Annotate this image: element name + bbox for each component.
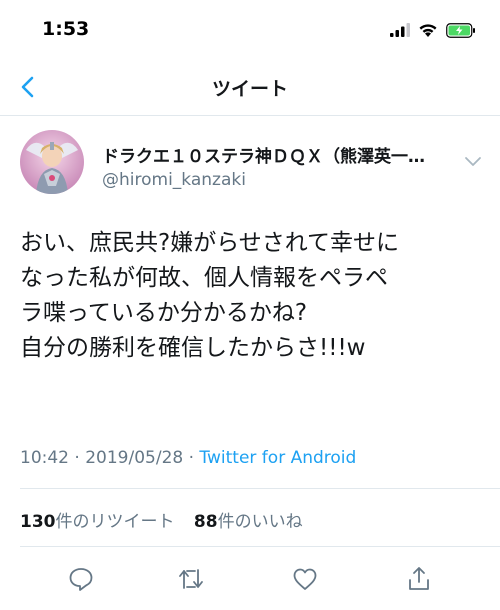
signal-icon	[390, 23, 410, 37]
avatar[interactable]	[20, 130, 84, 194]
like-button[interactable]	[290, 564, 320, 594]
tweet-time: 10:42	[20, 448, 69, 468]
tweet-text-line: なった私が何故、個人情報をペラペ	[20, 265, 388, 291]
status-icons	[390, 20, 476, 40]
divider	[20, 488, 500, 489]
like-count: 88	[193, 512, 218, 532]
battery-icon	[446, 22, 475, 38]
tweet-text: おい、庶民共?嫌がらせされて幸せに なった私が何故、個人情報をペラペ ラ喋ってい…	[20, 226, 490, 366]
status-bar: 1:53	[0, 0, 500, 58]
wifi-icon	[419, 23, 437, 37]
status-time: 1:53	[42, 18, 90, 40]
more-options-button[interactable]	[464, 152, 482, 166]
tweet-text-line: 自分の勝利を確信したからさ!!!w	[20, 335, 366, 361]
heart-icon	[293, 568, 317, 590]
page-title: ツイート	[211, 78, 288, 100]
retweet-count: 130	[20, 512, 56, 532]
tweet-text-line: ラ喋っているか分かるかね?	[20, 300, 308, 326]
meta-separator: ·	[188, 448, 195, 468]
reply-icon	[69, 568, 93, 591]
reply-button[interactable]	[66, 564, 96, 594]
display-name[interactable]: ドラクエ１０ステラ神ＤＱＸ（熊澤英一…	[102, 142, 452, 167]
like-count-link[interactable]: 88件のいいね	[194, 512, 303, 532]
retweet-icon	[179, 569, 203, 589]
tweet-source-link[interactable]: Twitter for Android	[199, 448, 356, 468]
tweet-date: 2019/05/28	[85, 448, 184, 468]
chevron-down-icon	[465, 157, 481, 166]
avatar-image	[20, 130, 84, 194]
share-icon	[409, 567, 429, 590]
share-button[interactable]	[404, 564, 434, 594]
like-count-label: 件のいいね	[217, 512, 303, 532]
retweet-count-label: 件のリツイート	[55, 512, 175, 532]
user-handle[interactable]: @hiromi_kanzaki	[102, 170, 246, 190]
engagement-stats: 130件のリツイート 88件のいいね	[20, 507, 317, 532]
tweet-header: ドラクエ１０ステラ神ＤＱＸ（熊澤英一… @hiromi_kanzaki	[0, 116, 500, 208]
retweet-button[interactable]	[176, 564, 206, 594]
tweet-metadata: 10:42 · 2019/05/28 · Twitter for Android	[20, 448, 356, 468]
nav-bar: ツイート	[0, 58, 500, 116]
tweet-text-line: おい、庶民共?嫌がらせされて幸せに	[20, 230, 400, 256]
meta-separator: ·	[74, 448, 80, 468]
divider	[20, 546, 500, 547]
retweet-count-link[interactable]: 130件のリツイート	[20, 512, 175, 532]
action-bar	[0, 560, 500, 600]
